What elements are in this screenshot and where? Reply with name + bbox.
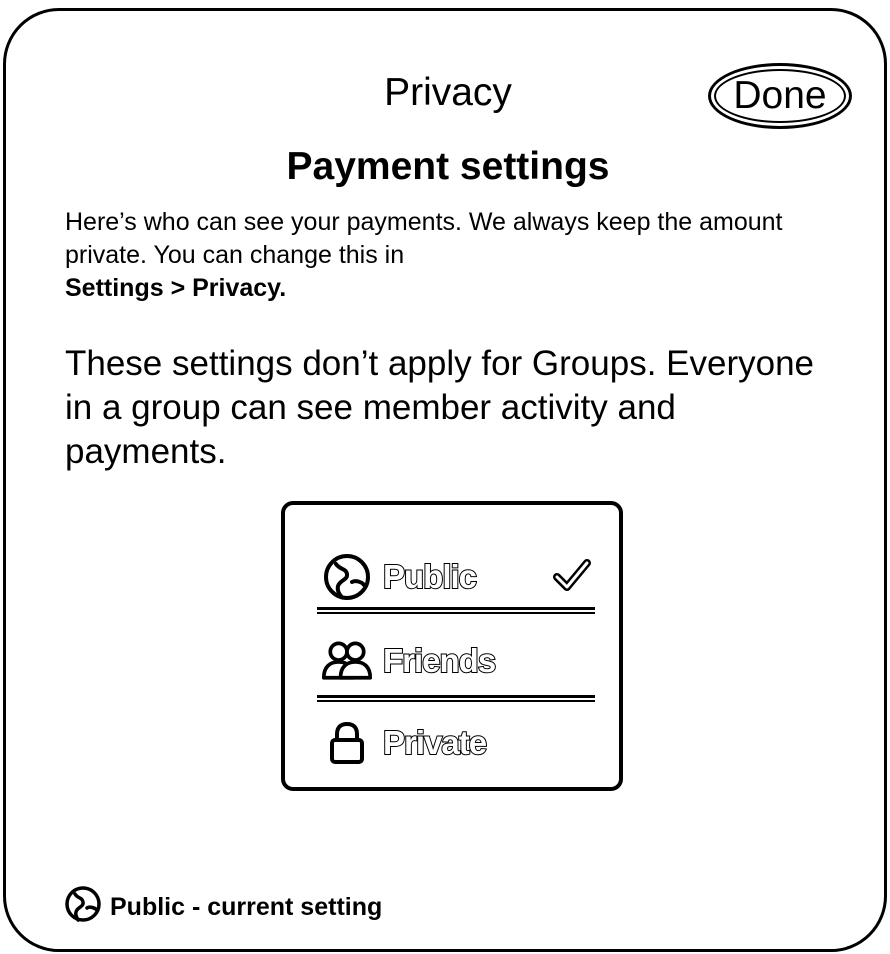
divider xyxy=(317,607,595,614)
friends-icon xyxy=(321,635,373,687)
settings-path: Settings > Privacy. xyxy=(65,274,287,302)
description: Here’s who can see your payments. We alw… xyxy=(65,206,805,305)
option-label-public: Public xyxy=(382,557,478,596)
done-button-label: Done xyxy=(733,74,827,117)
bottom-fade xyxy=(46,923,846,949)
current-setting-indicator: Public - current setting xyxy=(64,885,383,927)
lock-icon xyxy=(321,717,373,769)
checkmark-icon xyxy=(553,559,591,598)
audience-options-card: Public Friends Private xyxy=(281,501,623,791)
page-title: Payment settings xyxy=(286,145,610,188)
description-text: Here’s who can see your payments. We alw… xyxy=(65,208,783,269)
option-public[interactable]: Public xyxy=(321,549,591,605)
option-label-private: Private xyxy=(382,723,488,762)
globe-icon xyxy=(321,551,373,603)
current-setting-label: Public - current setting xyxy=(110,892,383,921)
option-label-friends: Friends xyxy=(382,641,497,680)
groups-note: These settings don’t apply for Groups. E… xyxy=(65,344,815,471)
option-private[interactable]: Private xyxy=(321,715,591,771)
divider xyxy=(317,695,595,702)
option-friends[interactable]: Friends xyxy=(321,633,591,689)
done-button[interactable]: Done xyxy=(708,63,852,129)
privacy-sheet: Privacy Done Payment settings Here’s who… xyxy=(3,8,887,952)
